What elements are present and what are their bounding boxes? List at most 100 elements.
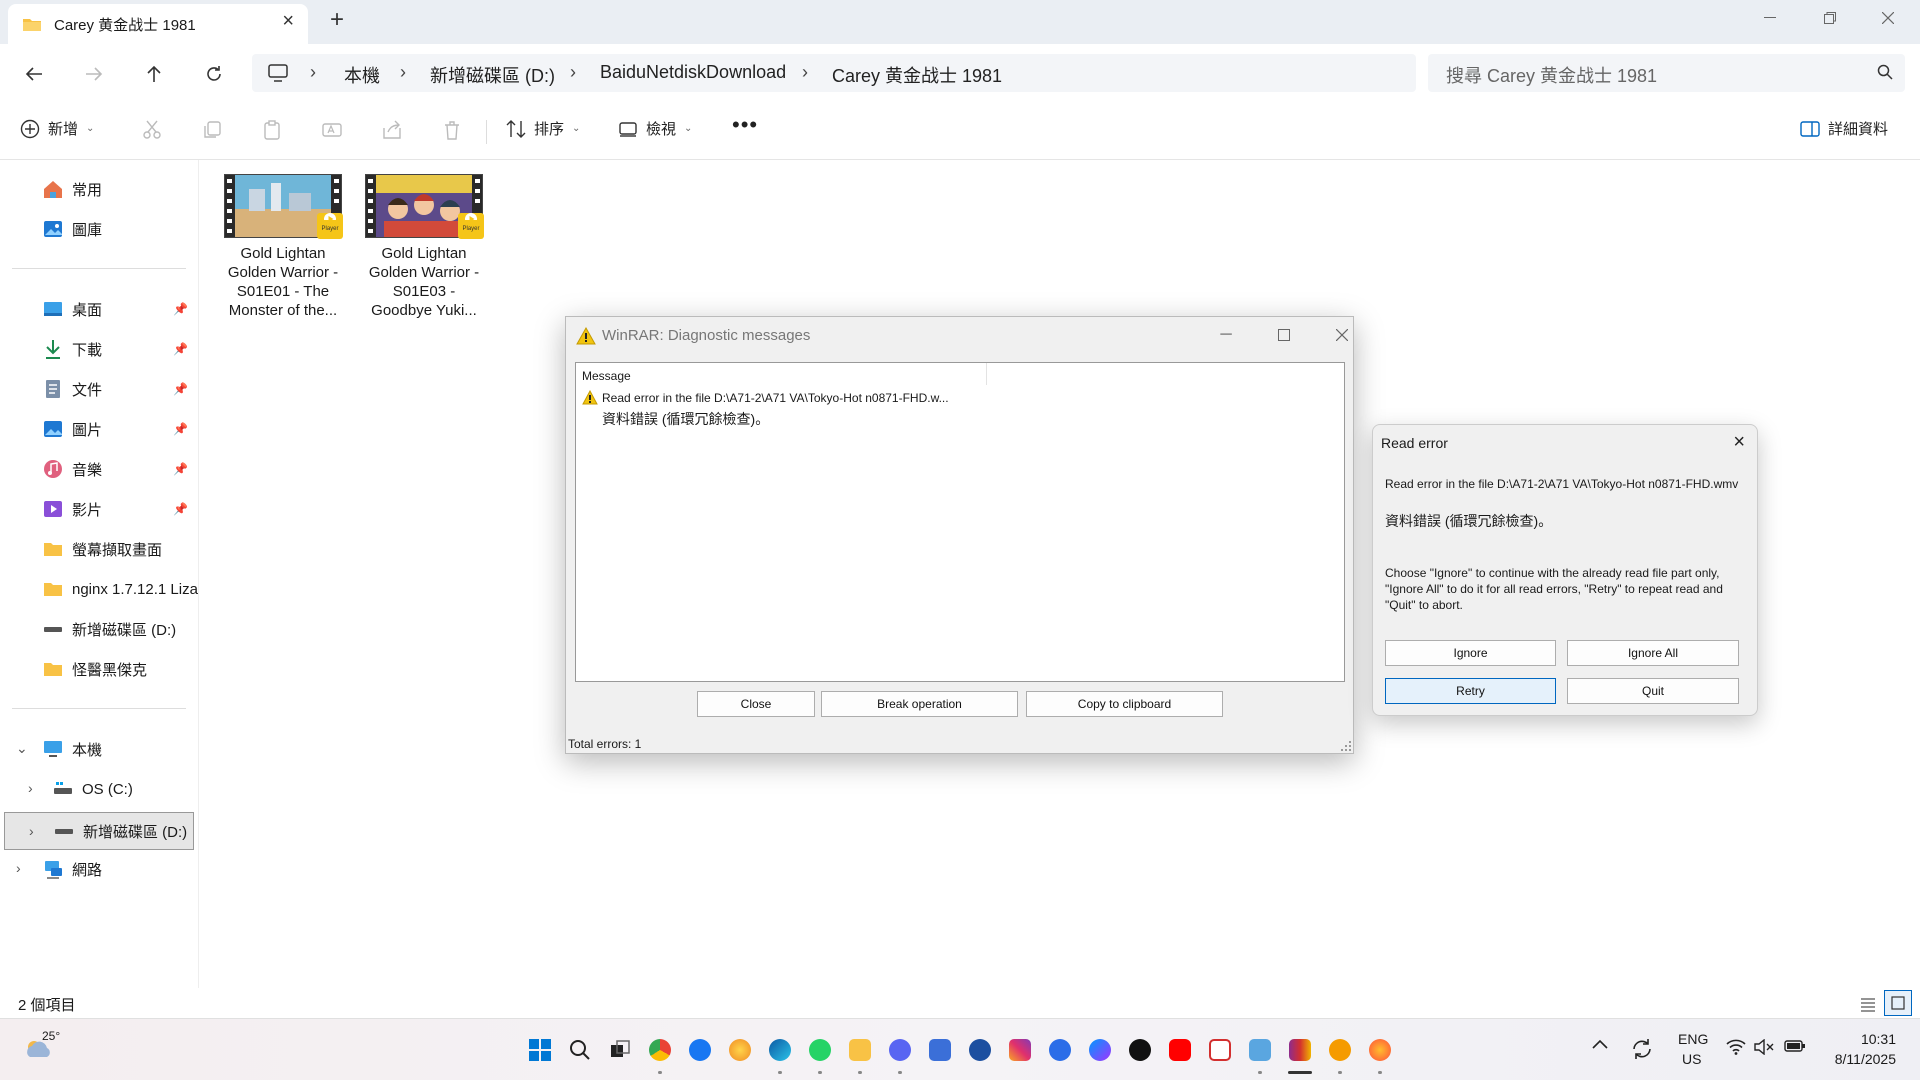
whatsapp-icon[interactable] bbox=[809, 1039, 831, 1061]
firefox-icon[interactable] bbox=[1369, 1039, 1391, 1061]
ignore-all-button[interactable]: Ignore All bbox=[1567, 640, 1739, 666]
message-line[interactable]: 資料錯誤 (循環冗餘檢查)。 bbox=[602, 409, 769, 429]
share-icon[interactable] bbox=[382, 120, 402, 140]
app-red-icon[interactable] bbox=[1209, 1039, 1231, 1061]
sidebar-item-pictures[interactable]: 圖片 📌 bbox=[0, 412, 198, 446]
search-icon[interactable] bbox=[569, 1039, 591, 1061]
column-header-message[interactable]: Message bbox=[582, 369, 631, 383]
chevron-right-icon[interactable]: › bbox=[16, 860, 21, 876]
new-button[interactable]: 新增 ⌄ bbox=[20, 118, 94, 139]
refresh-button[interactable] bbox=[198, 58, 230, 90]
app-amber-icon[interactable] bbox=[1329, 1039, 1351, 1061]
breadcrumb-baidu[interactable]: BaiduNetdiskDownload bbox=[600, 62, 786, 83]
chrome-icon[interactable] bbox=[649, 1039, 671, 1061]
sidebar-item-network[interactable]: › 網路 bbox=[0, 852, 198, 886]
sidebar-item-drive-d-selected[interactable]: › 新增磁碟區 (D:) bbox=[4, 812, 194, 850]
messenger-icon[interactable] bbox=[1089, 1039, 1111, 1061]
resize-grip-icon[interactable] bbox=[1341, 741, 1351, 751]
sidebar-item-music[interactable]: 音樂 📌 bbox=[0, 452, 198, 486]
close-dialog-button[interactable] bbox=[1322, 323, 1362, 347]
youtube-icon[interactable] bbox=[1169, 1039, 1191, 1061]
facebook-icon[interactable] bbox=[689, 1039, 711, 1061]
sidebar-item-downloads[interactable]: 下載 📌 bbox=[0, 332, 198, 366]
wifi-icon[interactable] bbox=[1726, 1039, 1746, 1055]
clock-date[interactable]: 8/11/2025 bbox=[1814, 1051, 1896, 1067]
sidebar-item-drive-d[interactable]: 新增磁碟區 (D:) bbox=[0, 612, 198, 646]
close-dialog-button[interactable]: × bbox=[1733, 431, 1745, 454]
message-line[interactable]: Read error in the file D:\A71-2\A71 VA\T… bbox=[602, 391, 949, 405]
file-explorer-icon[interactable] bbox=[849, 1039, 871, 1061]
file-item[interactable]: Player Gold Lightan Golden Warrior - S01… bbox=[362, 174, 486, 320]
chevron-right-icon[interactable]: › bbox=[28, 780, 33, 796]
delete-icon[interactable] bbox=[442, 120, 462, 140]
forward-button[interactable] bbox=[78, 58, 110, 90]
breadcrumb-current-folder[interactable]: Carey 黄金战士 1981 bbox=[832, 62, 1002, 88]
details-pane-button[interactable]: 詳細資料 bbox=[1800, 118, 1888, 139]
details-view-icon[interactable] bbox=[1860, 996, 1876, 1012]
retry-button[interactable]: Retry bbox=[1385, 678, 1556, 704]
close-window-button[interactable] bbox=[1864, 0, 1912, 36]
maximize-button[interactable] bbox=[1264, 323, 1304, 347]
tiles-view-icon[interactable] bbox=[1884, 990, 1912, 1016]
weather-widget[interactable]: 25° bbox=[22, 1029, 60, 1061]
quit-button[interactable]: Quit bbox=[1567, 678, 1739, 704]
new-tab-button[interactable]: + bbox=[330, 6, 344, 34]
paste-icon[interactable] bbox=[262, 120, 282, 140]
breadcrumb-this-pc[interactable]: 本機 bbox=[344, 62, 380, 88]
app-orange-icon[interactable] bbox=[729, 1039, 751, 1061]
up-button[interactable] bbox=[138, 58, 170, 90]
sort-button[interactable]: 排序 ⌄ bbox=[506, 118, 580, 139]
break-operation-button[interactable]: Break operation bbox=[821, 691, 1018, 717]
sidebar-item-screenshots[interactable]: 螢幕擷取畫面 bbox=[0, 532, 198, 566]
minimize-button[interactable] bbox=[1746, 0, 1794, 36]
sidebar-item-gallery[interactable]: 圖庫 bbox=[0, 212, 198, 246]
threads-icon[interactable] bbox=[1129, 1039, 1151, 1061]
chevron-down-icon[interactable]: ⌄ bbox=[16, 740, 28, 757]
start-icon[interactable] bbox=[529, 1039, 551, 1061]
clock-time[interactable]: 10:31 bbox=[1826, 1031, 1896, 1047]
close-button[interactable]: Close bbox=[697, 691, 815, 717]
edge-icon[interactable] bbox=[769, 1039, 791, 1061]
winrar-icon[interactable] bbox=[1289, 1039, 1311, 1061]
column-divider[interactable] bbox=[986, 363, 987, 385]
tab-current-folder[interactable]: Carey 黄金战士 1981 × bbox=[8, 4, 308, 44]
discord-icon[interactable] bbox=[889, 1039, 911, 1061]
instagram-icon[interactable] bbox=[1009, 1039, 1031, 1061]
back-button[interactable] bbox=[18, 58, 50, 90]
pane-splitter[interactable] bbox=[198, 160, 199, 988]
sidebar-item-documents[interactable]: 文件 📌 bbox=[0, 372, 198, 406]
sync-icon[interactable] bbox=[1630, 1037, 1654, 1061]
sidebar-item-videos[interactable]: 影片 📌 bbox=[0, 492, 198, 526]
sidebar-item-drive-c[interactable]: › OS (C:) bbox=[0, 772, 198, 806]
copy-icon[interactable] bbox=[202, 120, 222, 140]
rename-icon[interactable] bbox=[322, 120, 342, 140]
volume-muted-icon[interactable] bbox=[1754, 1039, 1774, 1055]
sidebar-item-black-jack[interactable]: 怪醫黑傑克 bbox=[0, 652, 198, 686]
more-options-icon[interactable]: ••• bbox=[732, 112, 758, 138]
language-indicator[interactable]: ENG bbox=[1678, 1031, 1708, 1047]
chevron-up-icon[interactable] bbox=[1592, 1039, 1608, 1049]
ignore-button[interactable]: Ignore bbox=[1385, 640, 1556, 666]
sidebar-item-this-pc[interactable]: ⌄ 本機 bbox=[0, 732, 198, 766]
minimize-button[interactable]: ─ bbox=[1206, 323, 1246, 347]
view-button[interactable]: 檢視 ⌄ bbox=[618, 118, 692, 139]
address-bar[interactable]: › 本機 › 新增磁碟區 (D:) › BaiduNetdiskDownload… bbox=[252, 54, 1416, 92]
message-list[interactable]: Message Read error in the file D:\A71-2\… bbox=[575, 362, 1345, 682]
battery-icon[interactable] bbox=[1784, 1039, 1806, 1053]
app-blue-icon[interactable] bbox=[929, 1039, 951, 1061]
app-lightblue-icon[interactable] bbox=[1249, 1039, 1271, 1061]
copy-to-clipboard-button[interactable]: Copy to clipboard bbox=[1026, 691, 1223, 717]
sidebar-item-nginx[interactable]: nginx 1.7.12.1 Liza bbox=[0, 572, 198, 606]
breadcrumb-drive-d[interactable]: 新增磁碟區 (D:) bbox=[430, 62, 555, 88]
file-item[interactable]: Player Gold Lightan Golden Warrior - S01… bbox=[221, 174, 345, 320]
search-box[interactable]: 搜尋 Carey 黄金战士 1981 bbox=[1428, 54, 1905, 92]
sidebar-item-home[interactable]: 常用 bbox=[0, 172, 198, 206]
chevron-right-icon[interactable]: › bbox=[29, 823, 34, 839]
sidebar-item-desktop[interactable]: 桌面 📌 bbox=[0, 292, 198, 326]
cut-icon[interactable] bbox=[142, 120, 162, 140]
task-view-icon[interactable] bbox=[609, 1039, 631, 1061]
signal-icon[interactable] bbox=[1049, 1039, 1071, 1061]
app-navy-icon[interactable] bbox=[969, 1039, 991, 1061]
close-tab-icon[interactable]: × bbox=[282, 10, 294, 33]
restore-button[interactable] bbox=[1806, 0, 1854, 36]
